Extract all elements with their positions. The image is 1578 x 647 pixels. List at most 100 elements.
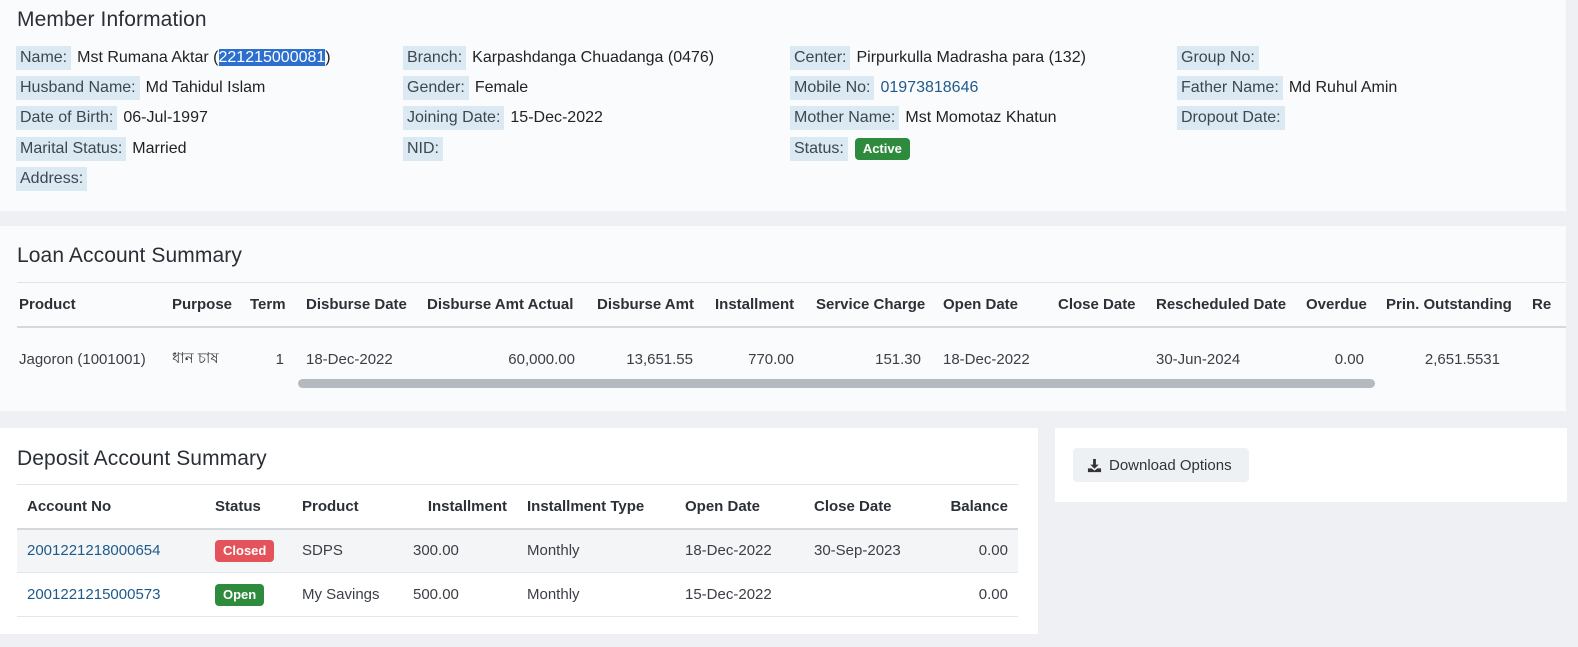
deposit-installment-type: Monthly xyxy=(517,572,675,617)
member-name-field: Name: Mst Rumana Aktar (221215000081) xyxy=(16,46,331,70)
loan-cell-re xyxy=(1530,327,1566,391)
husband-label: Husband Name: xyxy=(16,76,140,100)
mother-field: Mother Name: Mst Momotaz Khatun xyxy=(790,106,1057,130)
mobile-field: Mobile No: 01973818646 xyxy=(790,76,978,100)
deposit-account-link[interactable]: 2001221215000573 xyxy=(17,572,205,617)
branch-label: Branch: xyxy=(403,46,467,70)
deposit-close-date xyxy=(804,572,924,617)
loan-cell-term: 1 xyxy=(275,350,284,368)
deposit-balance: 0.00 xyxy=(924,572,1018,617)
deposit-col-open-date: Open Date xyxy=(675,484,804,530)
dob-label: Date of Birth: xyxy=(16,106,118,130)
address-field: Address: xyxy=(16,167,93,191)
loan-header-row: Product Purpose Term Disburse Date Disbu… xyxy=(17,282,1566,328)
address-label: Address: xyxy=(16,167,88,191)
loan-col-open-date: Open Date xyxy=(941,282,1056,328)
group-label: Group No: xyxy=(1177,46,1259,70)
deposit-installment: 500.00 xyxy=(403,572,517,617)
dob-field: Date of Birth: 06-Jul-1997 xyxy=(16,106,208,130)
loan-col-product: Product xyxy=(17,282,170,328)
dropout-label: Dropout Date: xyxy=(1177,106,1285,130)
deposit-installment-type: Monthly xyxy=(517,528,675,573)
center-value: Pirpurkulla Madrasha para (132) xyxy=(856,49,1086,66)
branch-field: Branch: Karpashdanga Chuadanga (0476) xyxy=(403,46,714,70)
loan-table: Product Purpose Term Disburse Date Disbu… xyxy=(17,282,1566,391)
marital-value: Married xyxy=(132,140,187,157)
account-number[interactable]: 2001221215000573 xyxy=(27,586,160,603)
deposit-header-row: Account No Status Product Installment In… xyxy=(17,484,1018,530)
loan-cell-product: Jagoron (1001001) xyxy=(19,350,146,368)
loan-col-term: Term xyxy=(248,282,304,328)
loan-col-disburse-amt-actual: Disburse Amt Actual xyxy=(425,282,595,328)
deposit-col-installment-type: Installment Type xyxy=(517,484,675,530)
status-badge-closed: Closed xyxy=(215,539,275,562)
deposit-account-link[interactable]: 2001221218000654 xyxy=(17,528,205,573)
deposit-product: My Savings xyxy=(292,572,403,617)
loan-summary-title: Loan Account Summary xyxy=(17,244,242,267)
loan-col-overdue: Overdue xyxy=(1304,282,1384,328)
deposit-col-status: Status xyxy=(205,484,292,530)
deposit-close-date: 30-Sep-2023 xyxy=(804,528,924,573)
group-field: Group No: xyxy=(1177,46,1265,70)
loan-col-disburse-amt: Disburse Amt xyxy=(595,282,713,328)
deposit-col-account-no: Account No xyxy=(17,484,205,530)
gender-value: Female xyxy=(474,79,529,96)
joining-field: Joining Date: 15-Dec-2022 xyxy=(403,106,603,130)
loan-table-horizontal-scrollbar[interactable] xyxy=(298,379,1375,388)
account-number[interactable]: 2001221218000654 xyxy=(27,542,160,559)
husband-field: Husband Name: Md Tahidul Islam xyxy=(16,76,265,100)
status-label: Status: xyxy=(790,137,848,161)
mother-label: Mother Name: xyxy=(790,106,900,130)
status-field: Status: Active xyxy=(790,137,910,161)
husband-value: Md Tahidul Islam xyxy=(145,79,266,96)
father-value: Md Ruhul Amin xyxy=(1288,79,1398,96)
deposit-installment: 300.00 xyxy=(403,528,517,573)
table-row: 2001221215000573 Open My Savings 500.00 … xyxy=(17,572,1018,617)
loan-col-close-date: Close Date xyxy=(1056,282,1154,328)
loan-cell-prin-outstanding: 2,651.5531 xyxy=(1424,350,1500,368)
member-information-panel xyxy=(0,0,1566,211)
download-options-label: Download Options xyxy=(1109,456,1232,474)
marital-field: Marital Status: Married xyxy=(16,137,187,161)
loan-col-rescheduled-date: Rescheduled Date xyxy=(1154,282,1304,328)
loan-col-service-charge: Service Charge xyxy=(814,282,941,328)
status-badge-open: Open xyxy=(215,583,265,606)
center-label: Center: xyxy=(790,46,851,70)
deposit-summary-title: Deposit Account Summary xyxy=(17,447,267,470)
dob-value: 06-Jul-1997 xyxy=(123,109,208,126)
joining-label: Joining Date: xyxy=(403,106,505,130)
gender-field: Gender: Female xyxy=(403,76,528,100)
loan-col-prin-outstanding: Prin. Outstanding xyxy=(1384,282,1530,328)
status-badge: Active xyxy=(854,138,910,160)
deposit-table: Account No Status Product Installment In… xyxy=(17,484,1018,617)
name-value: Mst Rumana Aktar (221215000081) xyxy=(71,48,331,68)
table-row: 2001221218000654 Closed SDPS 300.00 Mont… xyxy=(17,528,1018,573)
nid-field: NID: xyxy=(403,137,449,161)
deposit-col-product: Product xyxy=(292,484,403,530)
download-options-button[interactable]: Download Options xyxy=(1073,448,1249,482)
loan-col-re: Re xyxy=(1530,282,1566,328)
dropout-field: Dropout Date: xyxy=(1177,106,1291,130)
marital-label: Marital Status: xyxy=(16,137,127,161)
mother-value: Mst Momotaz Khatun xyxy=(905,109,1057,126)
loan-col-installment: Installment xyxy=(713,282,814,328)
joining-value: 15-Dec-2022 xyxy=(510,109,603,126)
deposit-open-date: 18-Dec-2022 xyxy=(675,528,804,573)
name-suffix: ) xyxy=(325,49,331,66)
center-field: Center: Pirpurkulla Madrasha para (132) xyxy=(790,46,1086,70)
deposit-col-balance: Balance xyxy=(924,484,1018,530)
deposit-product: SDPS xyxy=(292,528,403,573)
deposit-balance: 0.00 xyxy=(924,528,1018,573)
member-id-selection[interactable]: 221215000081 xyxy=(218,49,326,66)
deposit-col-close-date: Close Date xyxy=(804,484,924,530)
father-label: Father Name: xyxy=(1177,76,1283,100)
father-field: Father Name: Md Ruhul Amin xyxy=(1177,76,1397,100)
nid-label: NID: xyxy=(403,137,443,161)
status-badge-wrap: Active xyxy=(848,138,910,160)
deposit-status-cell: Open xyxy=(205,572,292,617)
mobile-link[interactable]: 01973818646 xyxy=(874,78,978,98)
loan-col-disburse-date: Disburse Date xyxy=(304,282,425,328)
deposit-open-date: 15-Dec-2022 xyxy=(675,572,804,617)
branch-value: Karpashdanga Chuadanga (0476) xyxy=(472,49,715,66)
name-text: Mst Rumana Aktar ( xyxy=(77,49,219,66)
